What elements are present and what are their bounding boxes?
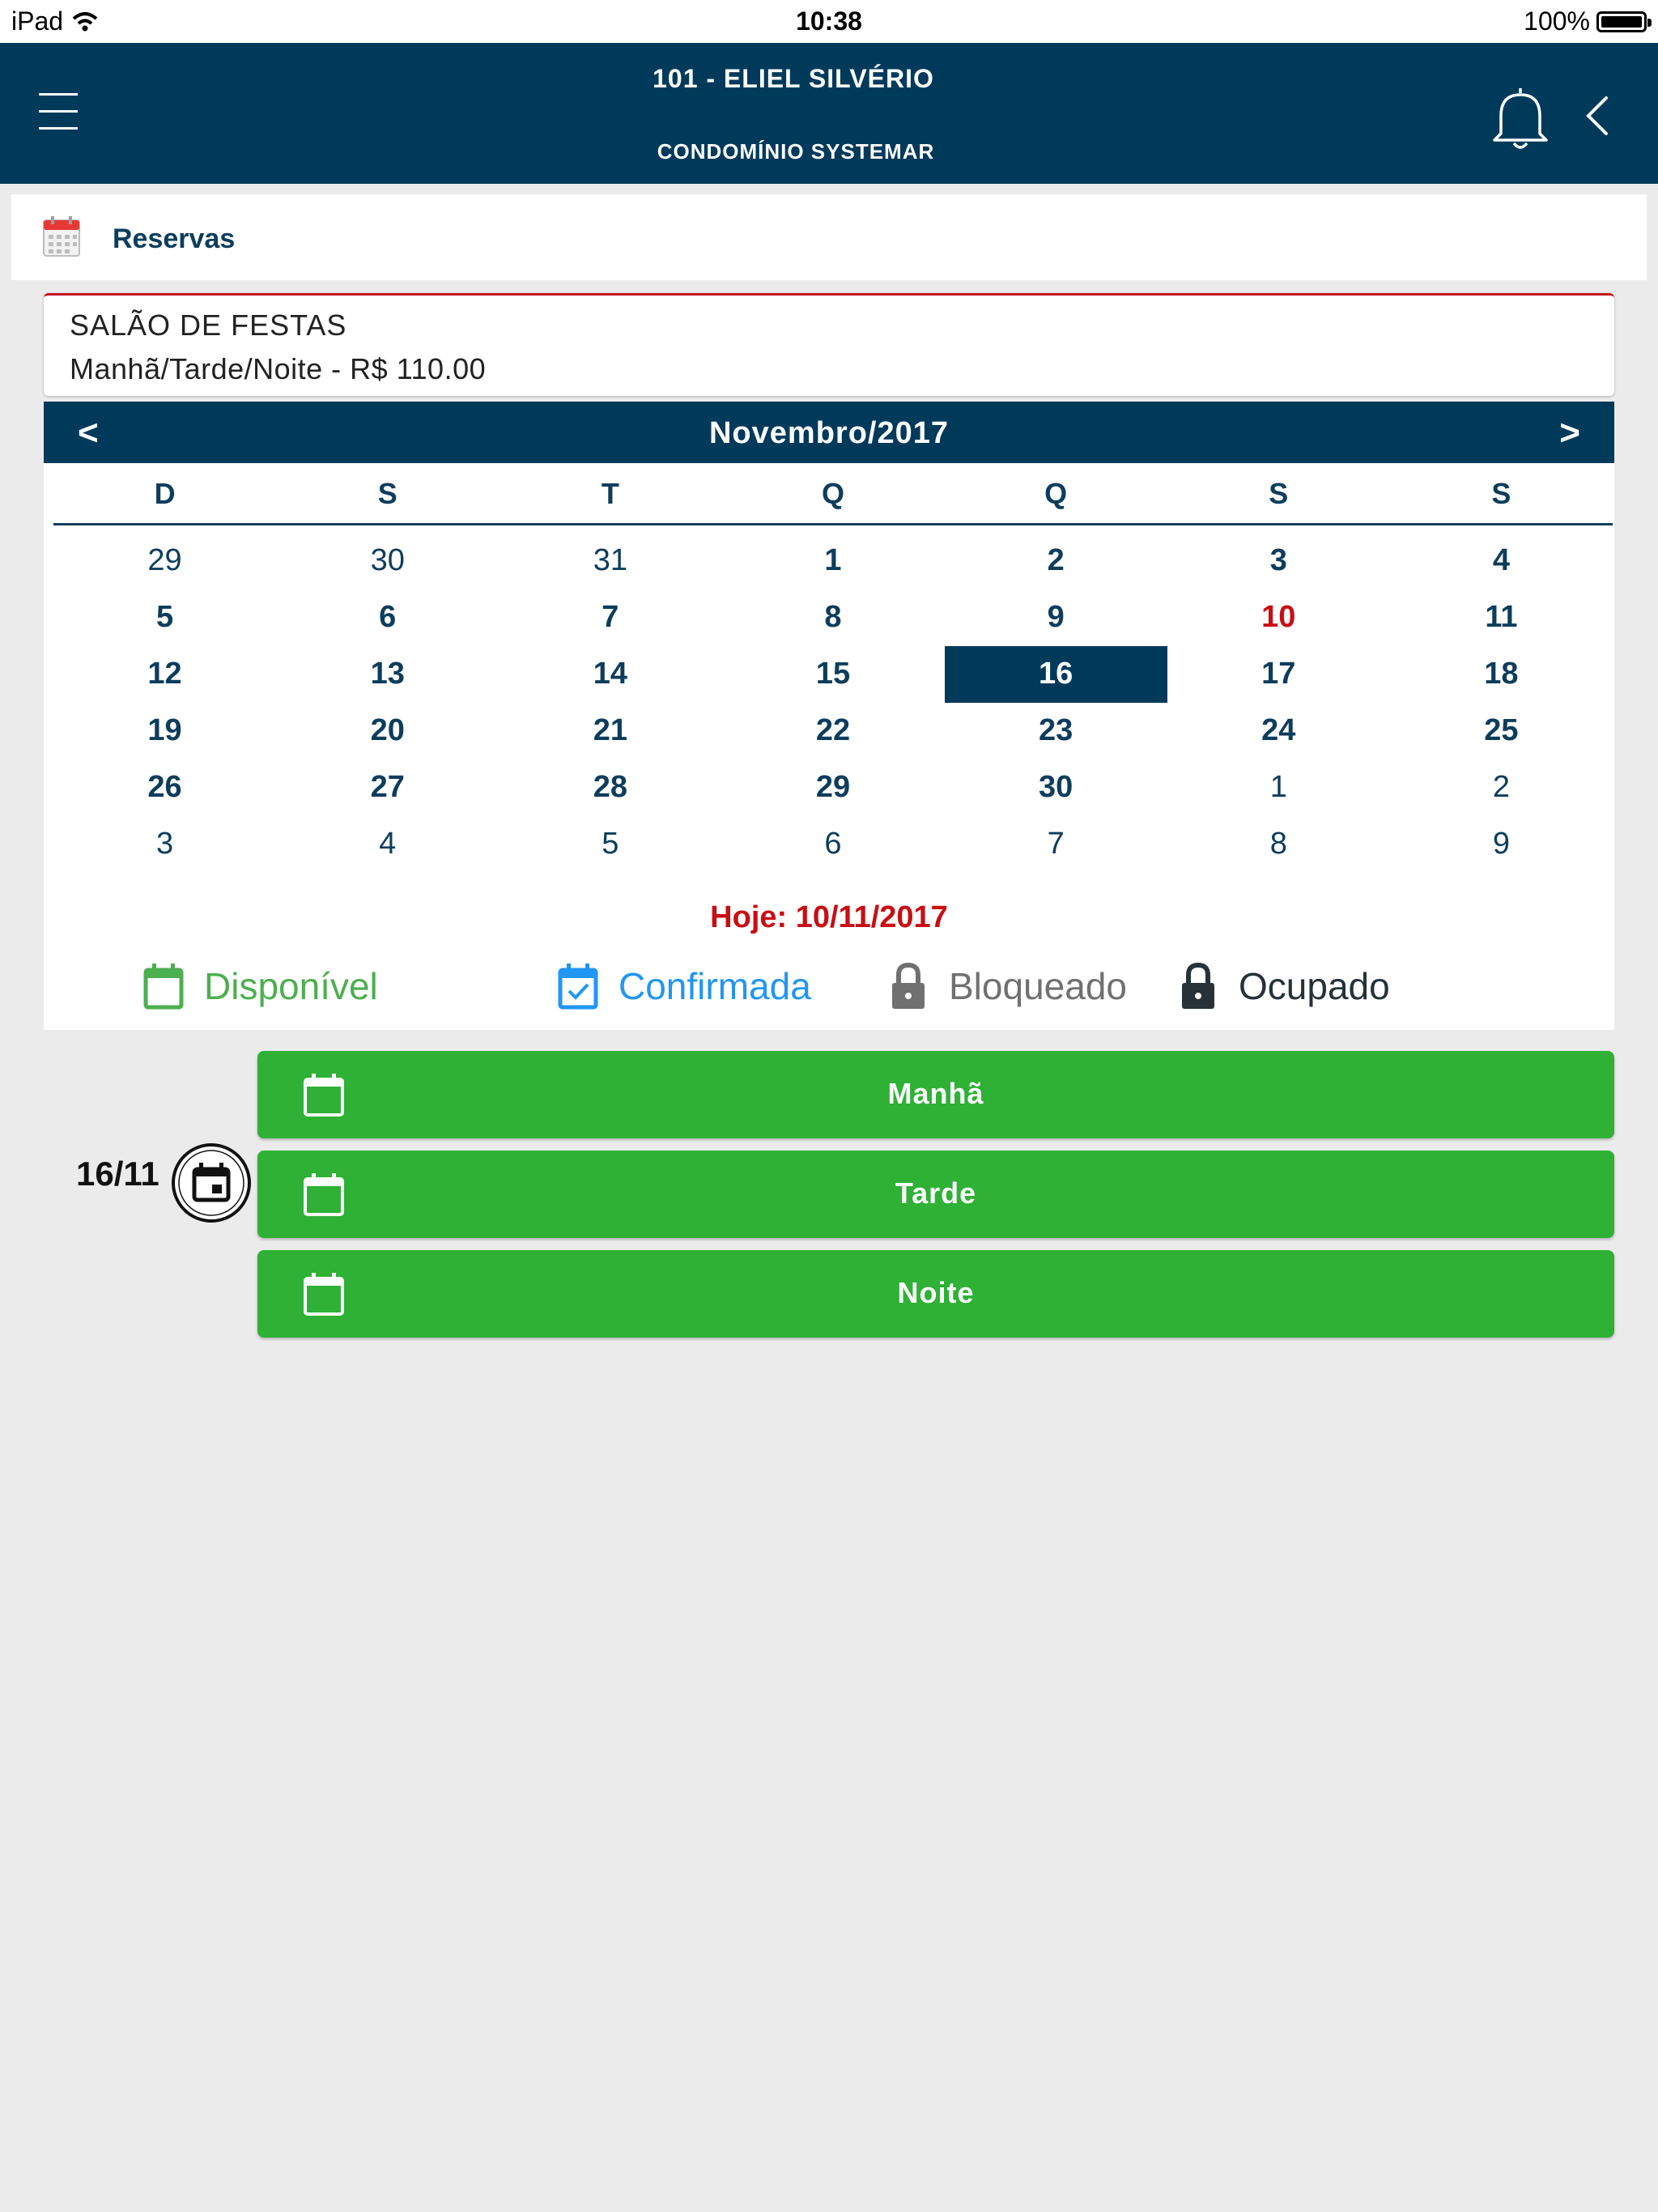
calendar-day[interactable]: 26 bbox=[53, 759, 276, 816]
calendar-day[interactable]: 2 bbox=[945, 533, 1167, 589]
slot-label: Manhã bbox=[887, 1077, 984, 1110]
calendar-day[interactable]: 4 bbox=[276, 816, 499, 873]
calendar-day[interactable]: 13 bbox=[276, 646, 499, 703]
header-subtitle: CONDOMÍNIO SYSTEMAR bbox=[657, 139, 935, 164]
legend-confirmed: Confirmada bbox=[555, 960, 811, 1012]
calendar-day[interactable]: 6 bbox=[276, 589, 499, 646]
calendar-week-row: 12 13 14 15 16 17 18 bbox=[53, 646, 1613, 703]
calendar-day[interactable]: 2 bbox=[1390, 759, 1613, 816]
calendar-day[interactable]: 18 bbox=[1390, 646, 1613, 703]
calendar-week-row: 19 20 21 22 23 24 25 bbox=[53, 703, 1613, 759]
venue-price: Manhã/Tarde/Noite - R$ 110.00 bbox=[70, 352, 487, 385]
status-time: 10:38 bbox=[796, 6, 862, 36]
status-bar: iPad 10:38 100% bbox=[0, 0, 1658, 43]
calendar-day[interactable]: 19 bbox=[53, 703, 276, 759]
calendar-day[interactable]: 8 bbox=[1167, 816, 1390, 873]
battery-percent: 100% bbox=[1524, 6, 1590, 36]
legend-occupied: Ocupado bbox=[1175, 960, 1390, 1012]
calendar-day[interactable]: 3 bbox=[1167, 533, 1390, 589]
calendar-day[interactable]: 29 bbox=[53, 533, 276, 589]
calendar-month: Novembro/2017 bbox=[708, 416, 949, 450]
weekday-label: Q bbox=[1044, 477, 1068, 510]
calendar-day[interactable]: 5 bbox=[499, 816, 721, 873]
today-label: Hoje: 10/11/2017 bbox=[710, 900, 948, 934]
calendar-day-today[interactable]: 10 bbox=[1167, 589, 1390, 646]
calendar-day[interactable]: 1 bbox=[721, 533, 944, 589]
calendar-day[interactable]: 9 bbox=[1390, 816, 1613, 873]
lock-icon bbox=[1182, 962, 1214, 1009]
app-header: 101 - ELIEL SILVÉRIO CONDOMÍNIO SYSTEMAR bbox=[0, 43, 1658, 184]
weekday-label: S bbox=[1491, 477, 1511, 510]
calendar-day[interactable]: 5 bbox=[53, 589, 276, 646]
weekday-label: D bbox=[154, 477, 176, 510]
venue-name: SALÃO DE FESTAS bbox=[70, 308, 347, 342]
calendar-day[interactable]: 29 bbox=[721, 759, 944, 816]
calendar-day[interactable]: 7 bbox=[499, 589, 721, 646]
calendar-icon bbox=[43, 216, 80, 257]
calendar-day[interactable]: 27 bbox=[276, 759, 499, 816]
calendar-week-row: 3456789 bbox=[53, 816, 1613, 873]
next-month-button[interactable]: > bbox=[1559, 413, 1580, 453]
calendar-week-row: 26 27 28 29 30 1 2 bbox=[53, 759, 1613, 816]
legend-available: Disponível bbox=[141, 960, 378, 1012]
section-header: Reservas bbox=[11, 194, 1647, 280]
weekday-header: D S T Q Q S S bbox=[53, 463, 1613, 525]
calendar-header: < Novembro/2017 > bbox=[44, 402, 1614, 463]
calendar-day[interactable]: 23 bbox=[945, 703, 1167, 759]
calendar-day[interactable]: 30 bbox=[945, 759, 1167, 816]
calendar-day[interactable]: 12 bbox=[53, 646, 276, 703]
legend: Disponível Confirmada Bloqueado Ocupado bbox=[44, 952, 1614, 1017]
calendar-day-selected[interactable]: 16 bbox=[944, 646, 1167, 703]
legend-blocked: Bloqueado bbox=[886, 960, 1127, 1012]
legend-label: Confirmada bbox=[619, 965, 811, 1007]
calendar-day[interactable]: 7 bbox=[945, 816, 1167, 873]
calendar-day[interactable]: 22 bbox=[721, 703, 944, 759]
calendar-day[interactable]: 20 bbox=[276, 703, 499, 759]
battery-icon bbox=[1596, 11, 1652, 32]
slot-label: Noite bbox=[897, 1276, 975, 1309]
menu-icon[interactable] bbox=[39, 93, 78, 132]
calendar-check-icon bbox=[558, 963, 598, 1010]
selected-day-label: 16/11 bbox=[76, 1155, 159, 1193]
calendar-day[interactable]: 8 bbox=[721, 589, 944, 646]
bell-icon[interactable] bbox=[1488, 83, 1553, 153]
calendar-event-icon bbox=[172, 1143, 251, 1223]
calendar-grid: 29 30 31 1 2 3 4 5 6 7 8 9 10 11 12 13 14 15 16 17 18 19 20 21 2… bbox=[53, 533, 1613, 873]
calendar: < Novembro/2017 > D S T Q Q S S 29 30 31 1 2… bbox=[44, 402, 1614, 1030]
calendar-day[interactable]: 9 bbox=[945, 589, 1167, 646]
legend-label: Ocupado bbox=[1239, 965, 1390, 1007]
weekday-label: S bbox=[1269, 477, 1289, 510]
calendar-day[interactable]: 21 bbox=[499, 703, 721, 759]
back-chevron-icon[interactable] bbox=[1579, 91, 1619, 140]
calendar-day[interactable]: 31 bbox=[499, 533, 721, 589]
calendar-day[interactable]: 11 bbox=[1390, 589, 1613, 646]
calendar-day[interactable]: 24 bbox=[1167, 703, 1390, 759]
calendar-day[interactable]: 25 bbox=[1390, 703, 1613, 759]
calendar-day[interactable]: 4 bbox=[1390, 533, 1613, 589]
weekday-label: S bbox=[377, 477, 397, 510]
lock-icon bbox=[892, 962, 925, 1009]
slot-afternoon-button[interactable]: Tarde bbox=[257, 1151, 1614, 1238]
slot-morning-button[interactable]: Manhã bbox=[257, 1051, 1614, 1138]
calendar-week-row: 5 6 7 8 9 10 11 bbox=[53, 589, 1613, 646]
calendar-day[interactable]: 30 bbox=[276, 533, 499, 589]
header-title: 101 - ELIEL SILVÉRIO bbox=[653, 64, 934, 93]
section-title: Reservas bbox=[113, 223, 236, 254]
calendar-week-row: 29 30 31 1 2 3 4 bbox=[53, 533, 1613, 589]
legend-label: Bloqueado bbox=[949, 965, 1127, 1007]
slot-label: Tarde bbox=[895, 1176, 977, 1210]
calendar-day[interactable]: 17 bbox=[1167, 646, 1390, 703]
venue-card: SALÃO DE FESTAS Manhã/Tarde/Noite - R$ 1… bbox=[44, 293, 1614, 396]
calendar-day[interactable]: 1 bbox=[1167, 759, 1390, 816]
slot-night-button[interactable]: Noite bbox=[257, 1250, 1614, 1338]
weekday-label: T bbox=[601, 477, 619, 510]
calendar-day[interactable]: 15 bbox=[721, 646, 944, 703]
legend-label: Disponível bbox=[204, 965, 378, 1007]
calendar-day[interactable]: 14 bbox=[499, 646, 721, 703]
calendar-day[interactable]: 6 bbox=[721, 816, 944, 873]
calendar-day[interactable]: 3 bbox=[53, 816, 276, 873]
weekday-label: Q bbox=[821, 477, 844, 510]
calendar-icon bbox=[143, 963, 184, 1010]
calendar-day[interactable]: 28 bbox=[499, 759, 721, 816]
